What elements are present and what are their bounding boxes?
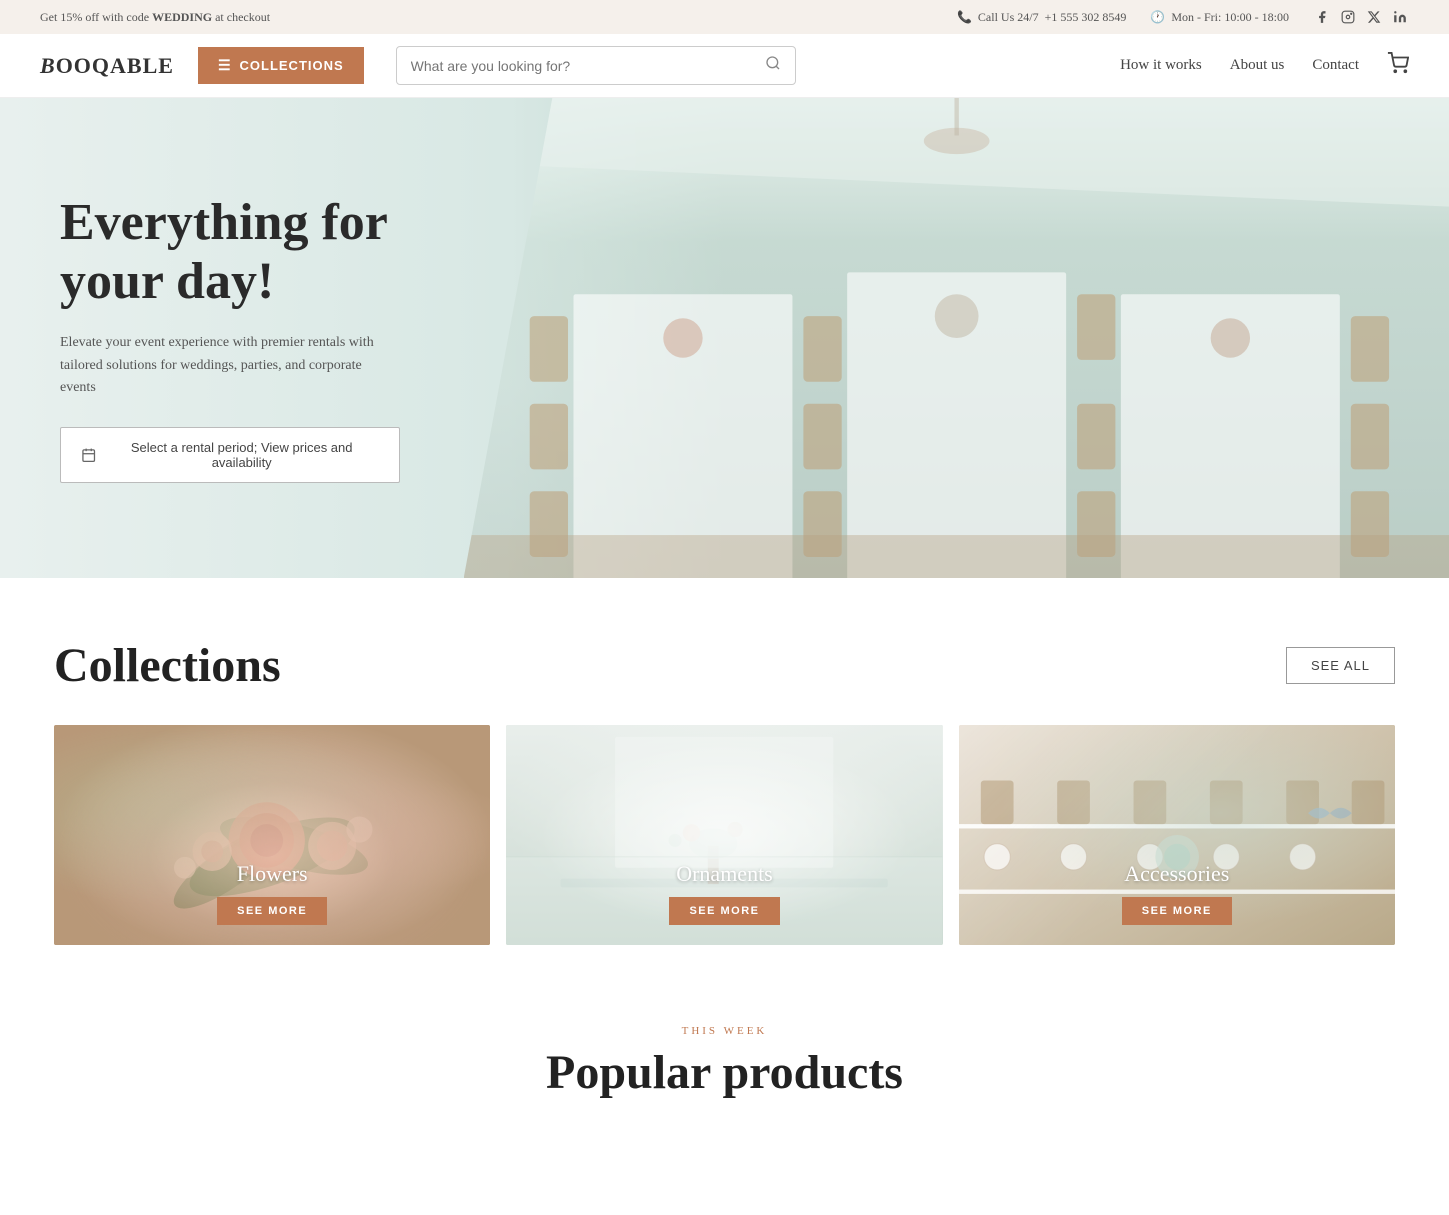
promo-suffix: at checkout [212,10,270,24]
main-nav: How it works About us Contact [1120,52,1409,80]
header: BOOQABLE ☰ COLLECTIONS How it works Abou… [0,34,1449,98]
flowers-card-name: Flowers [237,861,308,887]
facebook-icon[interactable] [1313,8,1331,26]
social-icons [1313,8,1409,26]
promo-text: Get 15% off with code [40,10,152,24]
hours-text: Mon - Fri: 10:00 - 18:00 [1171,10,1289,25]
ornaments-card-content: Ornaments SEE MORE [506,841,942,945]
collection-card-flowers[interactable]: Flowers SEE MORE [54,725,490,945]
phone-icon: 📞 [957,10,972,25]
nav-about-us[interactable]: About us [1230,57,1285,74]
nav-contact[interactable]: Contact [1312,57,1359,74]
this-week-label: THIS WEEK [54,1025,1395,1037]
top-bar: Get 15% off with code WEDDING at checkou… [0,0,1449,34]
accessories-card-content: Accessories SEE MORE [959,841,1395,945]
hours-info: 🕐 Mon - Fri: 10:00 - 18:00 [1150,10,1289,25]
clock-icon: 🕐 [1150,10,1165,25]
search-button[interactable] [765,55,781,76]
search-bar [396,46,796,85]
collection-card-ornaments[interactable]: Ornaments SEE MORE [506,725,942,945]
accessories-see-more-button[interactable]: SEE MORE [1122,897,1232,925]
accessories-card-name: Accessories [1124,861,1229,887]
hero-cta-button[interactable]: Select a rental period; View prices and … [60,427,400,483]
hero-background-scene [464,98,1449,578]
phone-label: Call Us 24/7 [978,10,1039,25]
collections-grid: Flowers SEE MORE [54,725,1395,945]
see-all-button[interactable]: SEE ALL [1286,647,1395,684]
hero-section: Everything for your day! Elevate your ev… [0,98,1449,578]
ornaments-see-more-button[interactable]: SEE MORE [669,897,779,925]
hero-cta-label: Select a rental period; View prices and … [104,440,379,470]
flowers-card-content: Flowers SEE MORE [54,841,490,945]
cart-icon[interactable] [1387,52,1409,80]
collections-button[interactable]: ☰ COLLECTIONS [198,47,364,84]
collection-card-accessories[interactable]: Accessories SEE MORE [959,725,1395,945]
twitter-x-icon[interactable] [1365,8,1383,26]
ornaments-card-name: Ornaments [676,861,773,887]
collections-btn-label: COLLECTIONS [240,58,344,73]
linkedin-icon[interactable] [1391,8,1409,26]
phone-info: 📞 Call Us 24/7 +1 555 302 8549 [957,10,1126,25]
nav-how-it-works[interactable]: How it works [1120,57,1202,74]
promo-message: Get 15% off with code WEDDING at checkou… [40,10,270,25]
phone-number[interactable]: +1 555 302 8549 [1045,10,1127,25]
collections-section: Collections SEE ALL [0,578,1449,985]
instagram-icon[interactable] [1339,8,1357,26]
menu-icon: ☰ [218,57,232,74]
this-week-title: Popular products [54,1045,1395,1100]
promo-code: WEDDING [152,10,212,24]
collections-title: Collections [54,638,281,693]
hero-subtitle: Elevate your event experience with premi… [60,332,400,399]
hero-content: Everything for your day! Elevate your ev… [0,133,460,544]
hero-scene-inner [464,98,1449,578]
flowers-see-more-button[interactable]: SEE MORE [217,897,327,925]
collections-header: Collections SEE ALL [54,638,1395,693]
search-input[interactable] [411,58,765,74]
top-bar-right: 📞 Call Us 24/7 +1 555 302 8549 🕐 Mon - F… [957,8,1409,26]
this-week-section: THIS WEEK Popular products [0,985,1449,1140]
hero-title: Everything for your day! [60,193,400,313]
logo[interactable]: BOOQABLE [40,53,174,79]
